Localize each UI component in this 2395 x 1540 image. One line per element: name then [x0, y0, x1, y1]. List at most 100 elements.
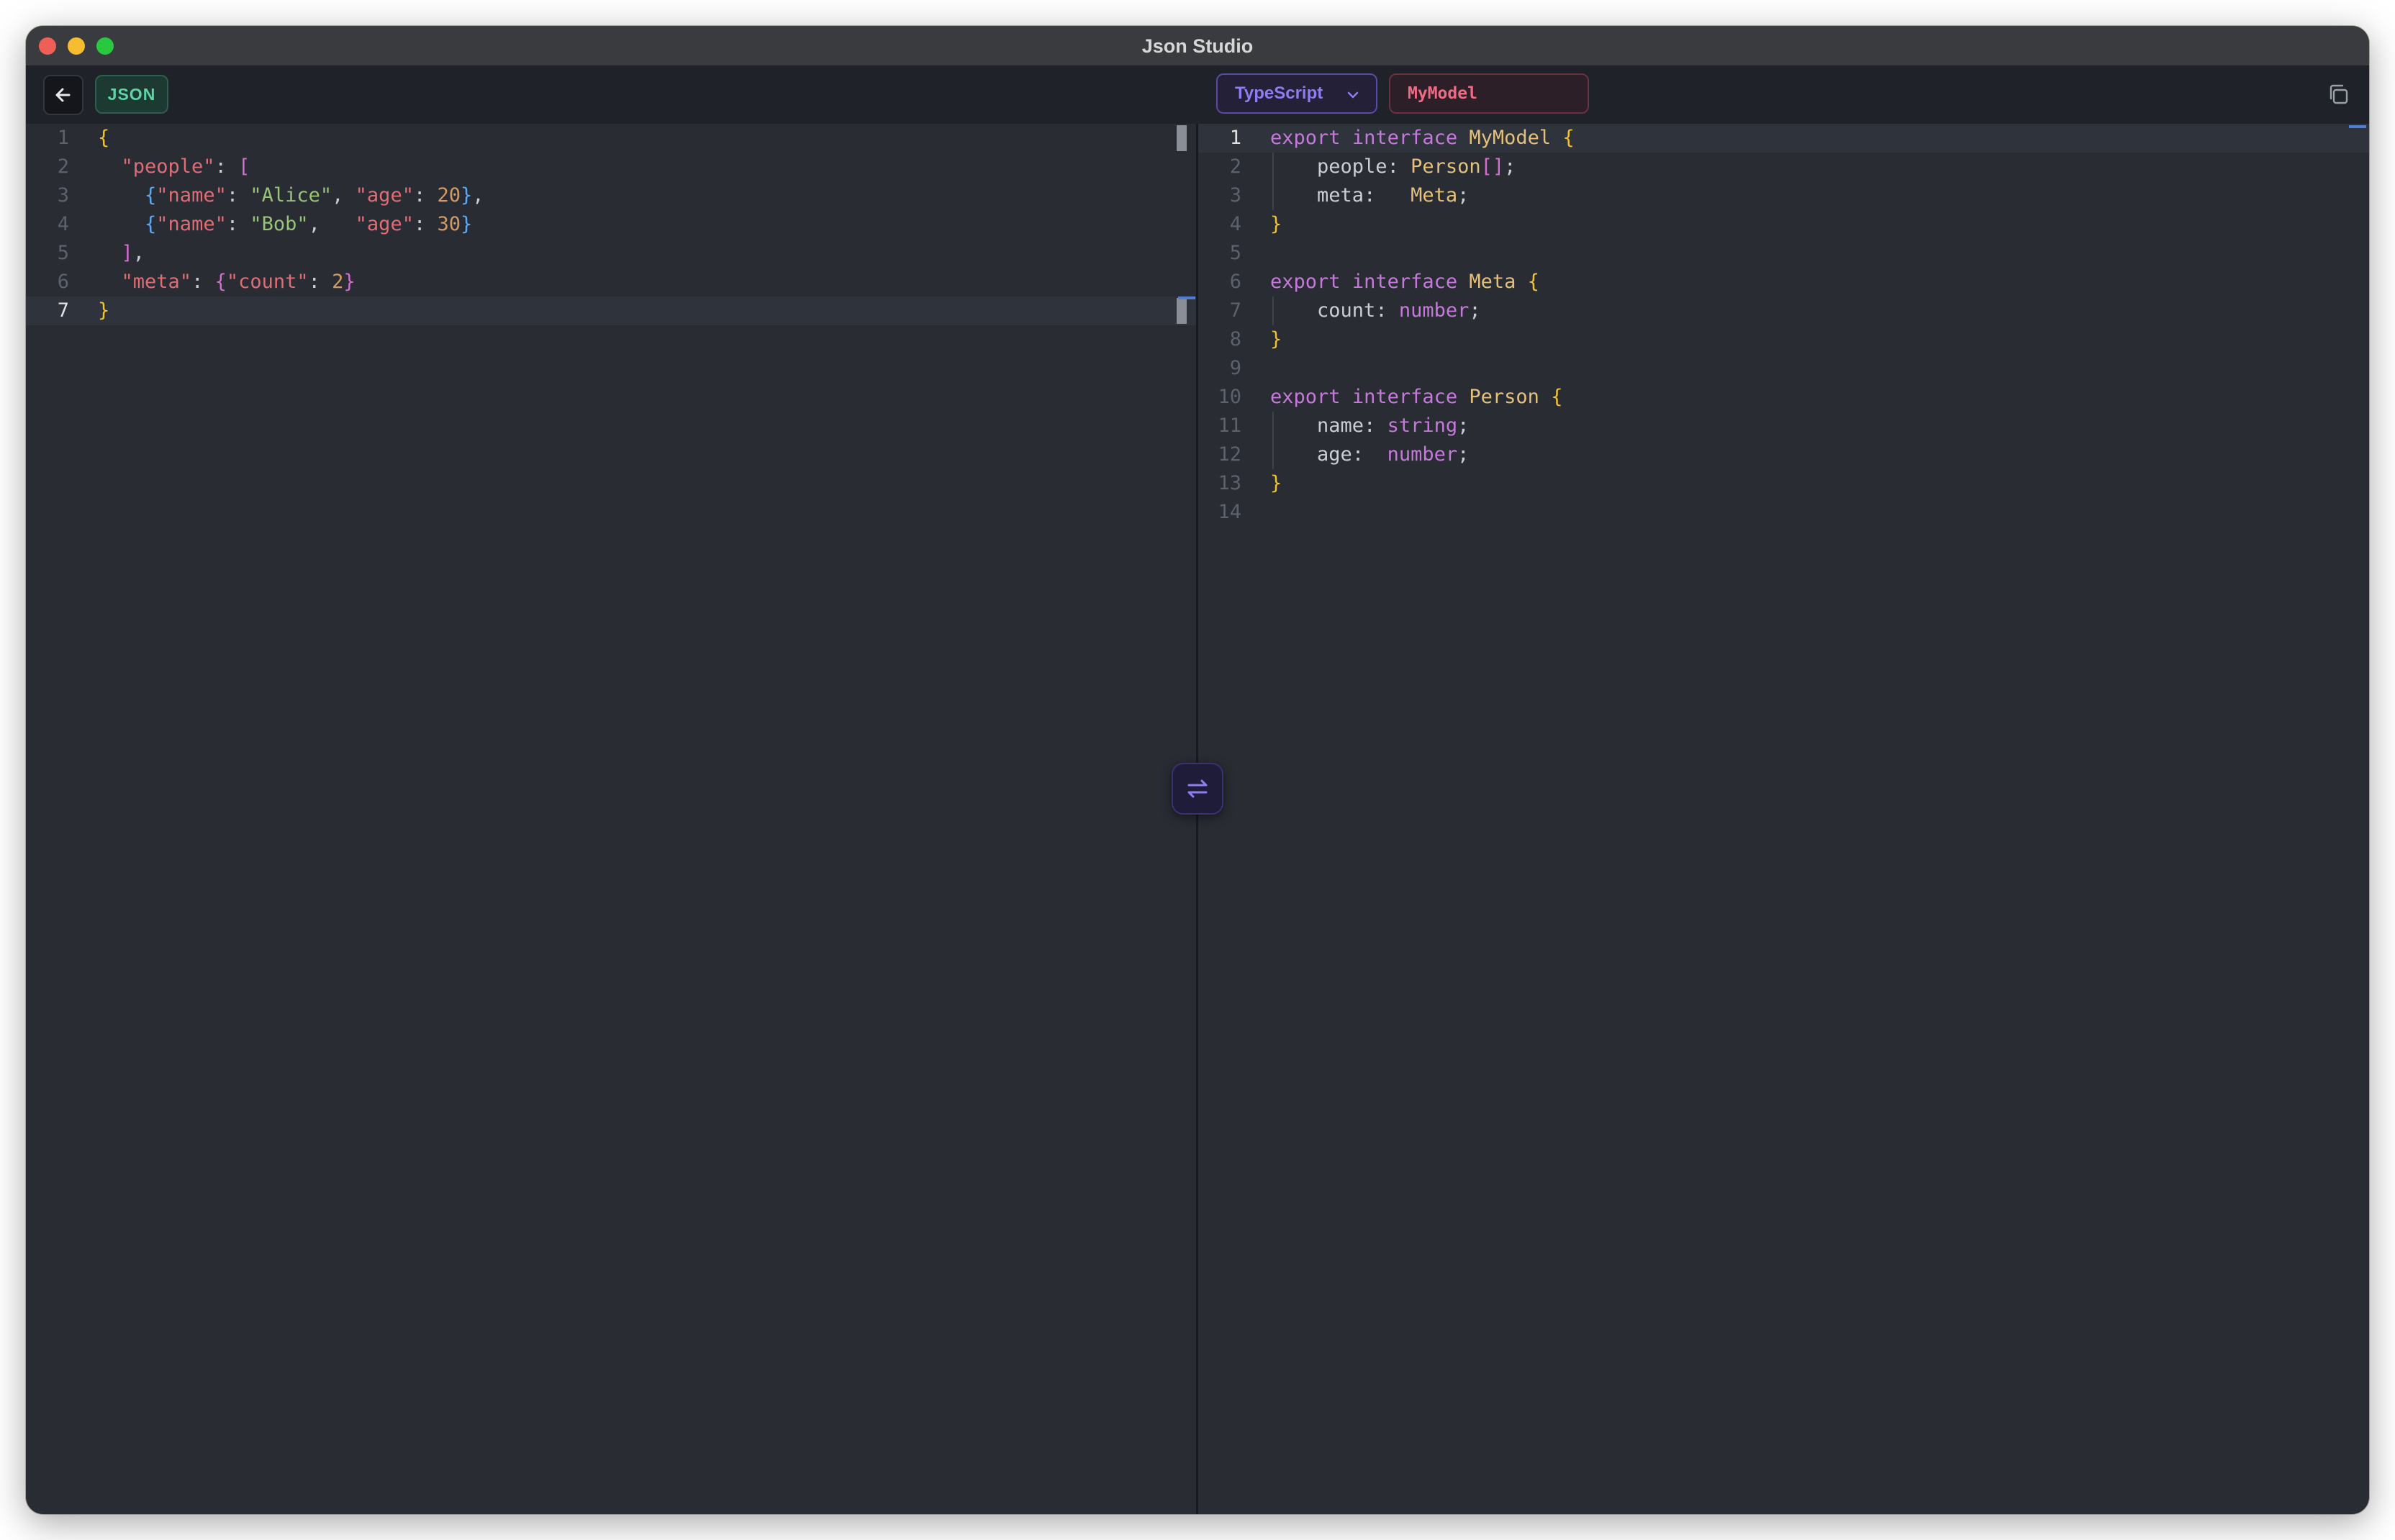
code-line[interactable]: 1 export interface MyModel { [1198, 124, 2369, 153]
code-line[interactable]: 5 [1198, 239, 2369, 268]
app-window: Json Studio JSON TypeScript MyModel 7} 6 … [26, 26, 2369, 1514]
code-line[interactable]: 6 "meta": {"count": 2} [26, 268, 1196, 296]
code-text: } [98, 296, 109, 325]
code-token: age [1317, 443, 1352, 466]
code-text: age: number; [1270, 440, 1469, 469]
code-line[interactable]: 13} [1198, 469, 2369, 498]
code-token: Person [1411, 155, 1481, 178]
code-text: export interface Meta { [1270, 268, 1539, 296]
code-token: { [214, 271, 227, 293]
line-number: 2 [1229, 155, 1241, 178]
code-token: ; [1457, 184, 1470, 207]
copy-button[interactable] [2326, 82, 2350, 107]
code-token: : [1375, 299, 1399, 322]
code-token: [] [1480, 155, 1505, 178]
code-line[interactable]: 6 export interface Meta { [1198, 268, 2369, 296]
code-token: "people" [121, 155, 215, 178]
line-number: 1 [1229, 127, 1241, 149]
code-text: { [98, 124, 109, 153]
code-line[interactable]: 10 export interface Person { [1198, 383, 2369, 412]
code-line[interactable]: 3 meta: Meta; [1198, 181, 2369, 210]
code-token: , [132, 242, 145, 264]
code-token: Meta [1469, 271, 1516, 293]
copy-icon [2330, 84, 2348, 104]
code-token: : [413, 184, 438, 207]
code-line[interactable]: 2 "people": [ [26, 153, 1196, 181]
typescript-output-editor[interactable]: 14 13} 12 age: number; 11 name: string; 10 ex… [1198, 124, 2369, 1514]
line-number: 13 [1218, 472, 1241, 494]
code-line[interactable]: 12 age: number; [1198, 440, 2369, 469]
code-line[interactable]: 4} [1198, 210, 2369, 239]
code-token: : [1387, 155, 1411, 178]
swap-arrows-icon [1187, 779, 1208, 798]
code-line[interactable]: 9 [1198, 354, 2369, 383]
code-line[interactable]: 8} [1198, 325, 2369, 354]
code-token: export [1270, 386, 1341, 408]
code-token: ; [1469, 299, 1481, 322]
code-line[interactable]: 14 [1198, 498, 2369, 527]
code-token: meta [1317, 184, 1364, 207]
code-line[interactable]: 11 name: string; [1198, 412, 2369, 440]
language-select[interactable]: TypeScript [1216, 73, 1377, 114]
model-name-input[interactable]: MyModel [1389, 73, 1589, 114]
code-line[interactable]: 1{ [26, 124, 1196, 153]
code-token: "name" [156, 213, 227, 235]
code-line[interactable]: 7} [26, 296, 1196, 325]
code-token: ; [1504, 155, 1516, 178]
code-line[interactable]: 3 {"name": "Alice", "age": 20}, [26, 181, 1196, 210]
code-text: "people": [ [98, 153, 250, 181]
code-token: : [226, 184, 250, 207]
code-token: export [1270, 127, 1341, 149]
code-token: } [1270, 472, 1282, 494]
indent-guide [1272, 412, 1274, 469]
code-line[interactable]: 5 ], [26, 239, 1196, 268]
chevron-down-icon [1347, 91, 1359, 99]
back-button[interactable] [43, 75, 83, 115]
code-text: {"name": "Alice", "age": 20}, [98, 181, 484, 210]
code-text: people: Person[]; [1270, 153, 1516, 181]
code-token: : [308, 271, 332, 293]
scrollbar-marker-top [1177, 125, 1187, 151]
code-token: { [145, 213, 157, 235]
code-token: , [308, 213, 356, 235]
code-text: export interface Person { [1270, 383, 1562, 412]
code-token: "count" [226, 271, 309, 293]
code-token: "age" [355, 213, 414, 235]
arrow-left-icon [55, 88, 71, 102]
json-input-editor[interactable]: 7} 6 "meta": {"count": 2} 5 ], 4 {"name": "… [26, 124, 1196, 1514]
code-line[interactable]: 4 {"name": "Bob", "age": 30} [26, 210, 1196, 239]
code-token: "name" [156, 184, 227, 207]
swap-button[interactable] [1172, 763, 1223, 815]
line-number: 14 [1218, 501, 1241, 523]
line-number: 4 [57, 213, 69, 235]
code-token: : [191, 271, 215, 293]
code-token: [ [238, 155, 250, 178]
code-token: 30 [437, 213, 461, 235]
code-text: export interface MyModel { [1270, 124, 1575, 153]
code-token: interface [1352, 127, 1458, 149]
code-token: number [1398, 299, 1470, 322]
line-number: 9 [1229, 357, 1241, 379]
code-token: } [1270, 328, 1282, 350]
code-token: { [145, 184, 157, 207]
line-number: 3 [57, 184, 69, 207]
code-token: ; [1457, 415, 1470, 437]
code-line[interactable]: 2 people: Person[]; [1198, 153, 2369, 181]
code-token: : [1352, 443, 1387, 466]
code-token: { [1562, 127, 1575, 149]
title-bar: Json Studio [26, 26, 2369, 66]
code-token: : [214, 155, 239, 178]
code-line[interactable]: 7 count: number; [1198, 296, 2369, 325]
code-token: : [1364, 184, 1411, 207]
line-number: 4 [1229, 213, 1241, 235]
code-token: : [413, 213, 438, 235]
